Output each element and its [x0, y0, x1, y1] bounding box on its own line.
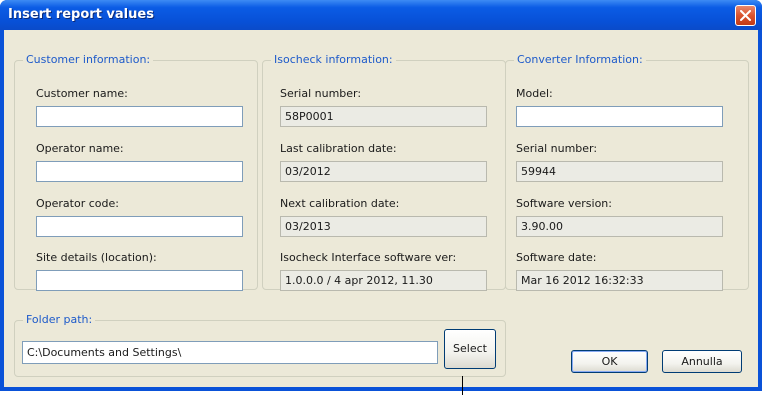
select-folder-button-label: Select [453, 342, 487, 355]
dialog-body: Customer information: Customer name: Ope… [4, 30, 758, 387]
converter-info-legend: Converter Information: [514, 53, 646, 67]
software-version-label: Software version: [516, 197, 612, 210]
title-bar[interactable]: Insert report values [0, 0, 762, 30]
site-details-label: Site details (location): [36, 251, 157, 264]
ok-button[interactable]: OK [571, 350, 648, 373]
close-button[interactable] [735, 5, 756, 26]
close-icon [740, 10, 751, 21]
customer-name-input[interactable] [36, 106, 243, 127]
model-label: Model: [516, 87, 553, 100]
software-date-label: Software date: [516, 251, 597, 264]
folder-path-legend: Folder path: [23, 313, 96, 327]
dialog-window: Insert report values Customer informatio… [0, 0, 762, 391]
software-date-field: Mar 16 2012 16:32:33 [516, 270, 723, 291]
operator-code-input[interactable] [36, 216, 243, 237]
customer-name-label: Customer name: [36, 87, 128, 100]
interface-software-field: 1.0.0.0 / 4 apr 2012, 11.30 [280, 270, 487, 291]
customer-info-group: Customer information: Customer name: Ope… [14, 53, 258, 291]
select-folder-button[interactable]: Select [444, 329, 496, 369]
ok-button-label: OK [601, 355, 618, 368]
callout-line [462, 376, 463, 395]
folder-path-input[interactable]: C:\Documents and Settings\ [22, 341, 438, 364]
operator-code-label: Operator code: [36, 197, 119, 210]
isocheck-serial-field: 58P0001 [280, 106, 487, 127]
operator-name-label: Operator name: [36, 142, 124, 155]
last-calibration-field: 03/2012 [280, 161, 487, 182]
customer-info-legend: Customer information: [23, 53, 154, 67]
site-details-input[interactable] [36, 270, 243, 291]
converter-serial-field: 59944 [516, 161, 723, 182]
model-input[interactable] [516, 106, 723, 127]
isocheck-info-group: Isocheck information: Serial number: 58P… [262, 53, 506, 291]
next-calibration-label: Next calibration date: [280, 197, 400, 210]
isocheck-info-legend: Isocheck information: [271, 53, 396, 67]
software-version-field: 3.90.00 [516, 216, 723, 237]
isocheck-serial-label: Serial number: [280, 87, 362, 100]
next-calibration-field: 03/2013 [280, 216, 487, 237]
operator-name-input[interactable] [36, 161, 243, 182]
interface-software-label: Isocheck Interface software ver: [280, 251, 457, 264]
converter-serial-label: Serial number: [516, 142, 598, 155]
converter-info-group: Converter Information: Model: Serial num… [505, 53, 749, 291]
cancel-button[interactable]: Annulla [662, 350, 742, 373]
folder-path-group: Folder path: C:\Documents and Settings\ … [14, 313, 506, 377]
cancel-button-label: Annulla [681, 355, 723, 368]
window-title: Insert report values [8, 7, 154, 22]
last-calibration-label: Last calibration date: [280, 142, 397, 155]
